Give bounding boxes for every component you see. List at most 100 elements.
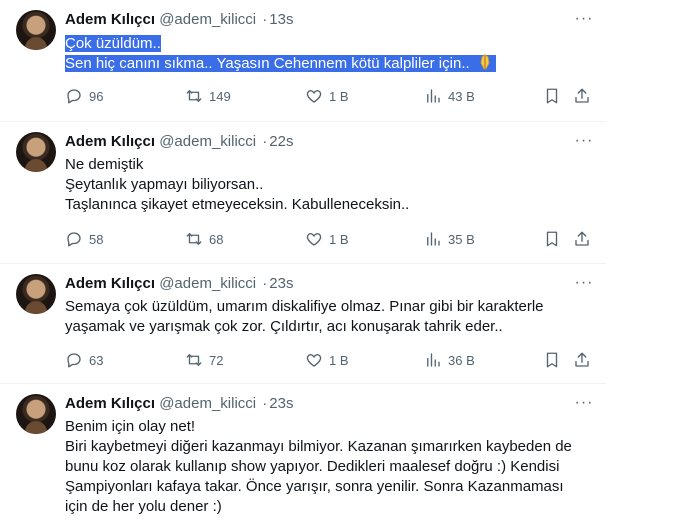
- like-count: 1 B: [329, 88, 349, 104]
- like-icon: [306, 233, 322, 246]
- author-handle[interactable]: @adem_kilicci: [159, 11, 256, 28]
- tweet-line: Taşlanınca şikayet etmeyeceksin. Kabulle…: [65, 196, 410, 213]
- bookmark-button[interactable]: [543, 86, 561, 106]
- separator: ·: [262, 133, 268, 150]
- bookmark-icon: [546, 88, 558, 104]
- more-icon[interactable]: ···: [572, 393, 596, 413]
- views-button[interactable]: 35 B: [424, 229, 475, 249]
- reply-count: 58: [89, 231, 104, 247]
- reply-icon: [67, 353, 81, 368]
- author-handle[interactable]: @adem_kilicci: [159, 395, 256, 412]
- avatar[interactable]: [16, 274, 56, 314]
- views-count: 43 B: [448, 88, 475, 104]
- like-button[interactable]: 1 B: [305, 86, 349, 106]
- tweet-line: Ne demiştik: [65, 156, 144, 173]
- praying-hands-icon: [480, 54, 490, 70]
- bookmark-button[interactable]: [543, 229, 561, 249]
- share-button[interactable]: [573, 86, 591, 106]
- views-icon: [427, 232, 440, 246]
- tweet-actions: 63 72 1 B 36 B: [65, 350, 595, 370]
- retweet-count: 72: [209, 352, 224, 368]
- tweet-header: Adem Kılıçcı @adem_kilicci · 22s: [65, 132, 293, 152]
- more-icon[interactable]: ···: [572, 9, 596, 29]
- tweet-text: Çok üzüldüm.. Sen hiç canını sıkma.. Yaş…: [65, 34, 496, 74]
- timestamp[interactable]: 22s: [269, 133, 293, 150]
- retweet-button[interactable]: 149: [185, 86, 231, 106]
- retweet-button[interactable]: 68: [185, 229, 223, 249]
- tweet[interactable]: Adem Kılıçcı @adem_kilicci · 13s ··· Çok …: [0, 0, 606, 122]
- timestamp[interactable]: 23s: [269, 395, 293, 412]
- tweet-line: yaşamak ve yarışmak çok zor. Çıldırtır, …: [65, 318, 503, 335]
- tweet-header: Adem Kılıçcı @adem_kilicci · 13s: [65, 10, 293, 30]
- reply-icon: [67, 89, 81, 104]
- views-button[interactable]: 36 B: [424, 350, 475, 370]
- like-icon: [306, 354, 322, 367]
- tweet-text: Semaya çok üzüldüm, umarım diskalifiye o…: [65, 297, 544, 337]
- share-icon: [575, 352, 589, 367]
- tweet-line: için de her yolu dener :): [65, 498, 222, 515]
- author-handle[interactable]: @adem_kilicci: [159, 275, 256, 292]
- avatar[interactable]: [16, 394, 56, 434]
- avatar[interactable]: [16, 132, 56, 172]
- like-count: 1 B: [329, 352, 349, 368]
- views-button[interactable]: 43 B: [424, 86, 475, 106]
- views-count: 35 B: [448, 231, 475, 247]
- share-icon: [575, 88, 589, 103]
- like-count: 1 B: [329, 231, 349, 247]
- tweet-line: Biri kaybetmeyi diğeri kazanmayı bilmiyo…: [65, 438, 572, 455]
- views-count: 36 B: [448, 352, 475, 368]
- bookmark-button[interactable]: [543, 350, 561, 370]
- tweet-header: Adem Kılıçcı @adem_kilicci · 23s: [65, 274, 293, 294]
- share-icon: [575, 231, 589, 246]
- author-name[interactable]: Adem Kılıçcı: [65, 275, 155, 292]
- tweet-actions: 58 68 1 B 35 B: [65, 229, 595, 249]
- tweet[interactable]: Adem Kılıçcı @adem_kilicci · 22s ··· Ne d…: [0, 122, 606, 264]
- separator: ·: [262, 11, 268, 28]
- tweet-line: Şeytanlık yapmayı biliyorsan..: [65, 176, 264, 193]
- timestamp[interactable]: 13s: [269, 11, 293, 28]
- tweet-header: Adem Kılıçcı @adem_kilicci · 23s: [65, 394, 293, 414]
- retweet-count: 149: [209, 88, 231, 104]
- more-icon[interactable]: ···: [572, 131, 596, 151]
- like-button[interactable]: 1 B: [305, 229, 349, 249]
- more-icon[interactable]: ···: [572, 273, 596, 293]
- retweet-icon: [186, 90, 202, 102]
- author-handle[interactable]: @adem_kilicci: [159, 133, 256, 150]
- tweet-text: Benim için olay net! Biri kaybetmeyi diğ…: [65, 417, 572, 517]
- retweet-icon: [186, 354, 202, 366]
- tweet-line: bunu koz olarak kullanıp show yapıyor. D…: [65, 458, 560, 475]
- separator: ·: [262, 275, 268, 292]
- tweet-line: Çok üzüldüm..: [65, 35, 161, 52]
- author-name[interactable]: Adem Kılıçcı: [65, 395, 155, 412]
- reply-button[interactable]: 58: [65, 229, 103, 249]
- author-name[interactable]: Adem Kılıçcı: [65, 11, 155, 28]
- tweet-line: Benim için olay net!: [65, 418, 196, 435]
- reply-button[interactable]: 63: [65, 350, 103, 370]
- tweet-line: Şampiyonları kafaya takar. Önce yarışır,…: [65, 478, 564, 495]
- retweet-count: 68: [209, 231, 224, 247]
- author-name[interactable]: Adem Kılıçcı: [65, 133, 155, 150]
- bookmark-icon: [546, 352, 558, 368]
- tweet-line: Sen hiç canını sıkma.. Yaşasın Cehennem …: [65, 55, 470, 72]
- timestamp[interactable]: 23s: [269, 275, 293, 292]
- tweet-text: Ne demiştik Şeytanlık yapmayı biliyorsan…: [65, 155, 409, 215]
- separator: ·: [262, 395, 268, 412]
- tweet-actions: 96 149 1 B 43 B: [65, 86, 595, 106]
- share-button[interactable]: [573, 350, 591, 370]
- avatar[interactable]: [16, 10, 56, 50]
- like-button[interactable]: 1 B: [305, 350, 349, 370]
- reply-button[interactable]: 96: [65, 86, 103, 106]
- tweet[interactable]: Adem Kılıçcı @adem_kilicci · 23s ··· Sema…: [0, 264, 606, 384]
- bookmark-icon: [546, 231, 558, 247]
- retweet-button[interactable]: 72: [185, 350, 223, 370]
- views-icon: [427, 89, 440, 103]
- tweet[interactable]: Adem Kılıçcı @adem_kilicci · 23s ··· Beni…: [0, 384, 606, 527]
- reply-count: 63: [89, 352, 104, 368]
- reply-count: 96: [89, 88, 104, 104]
- tweet-line: Semaya çok üzüldüm, umarım diskalifiye o…: [65, 298, 544, 315]
- retweet-icon: [186, 233, 202, 245]
- like-icon: [306, 90, 322, 103]
- reply-icon: [67, 232, 81, 247]
- share-button[interactable]: [573, 229, 591, 249]
- views-icon: [427, 353, 440, 367]
